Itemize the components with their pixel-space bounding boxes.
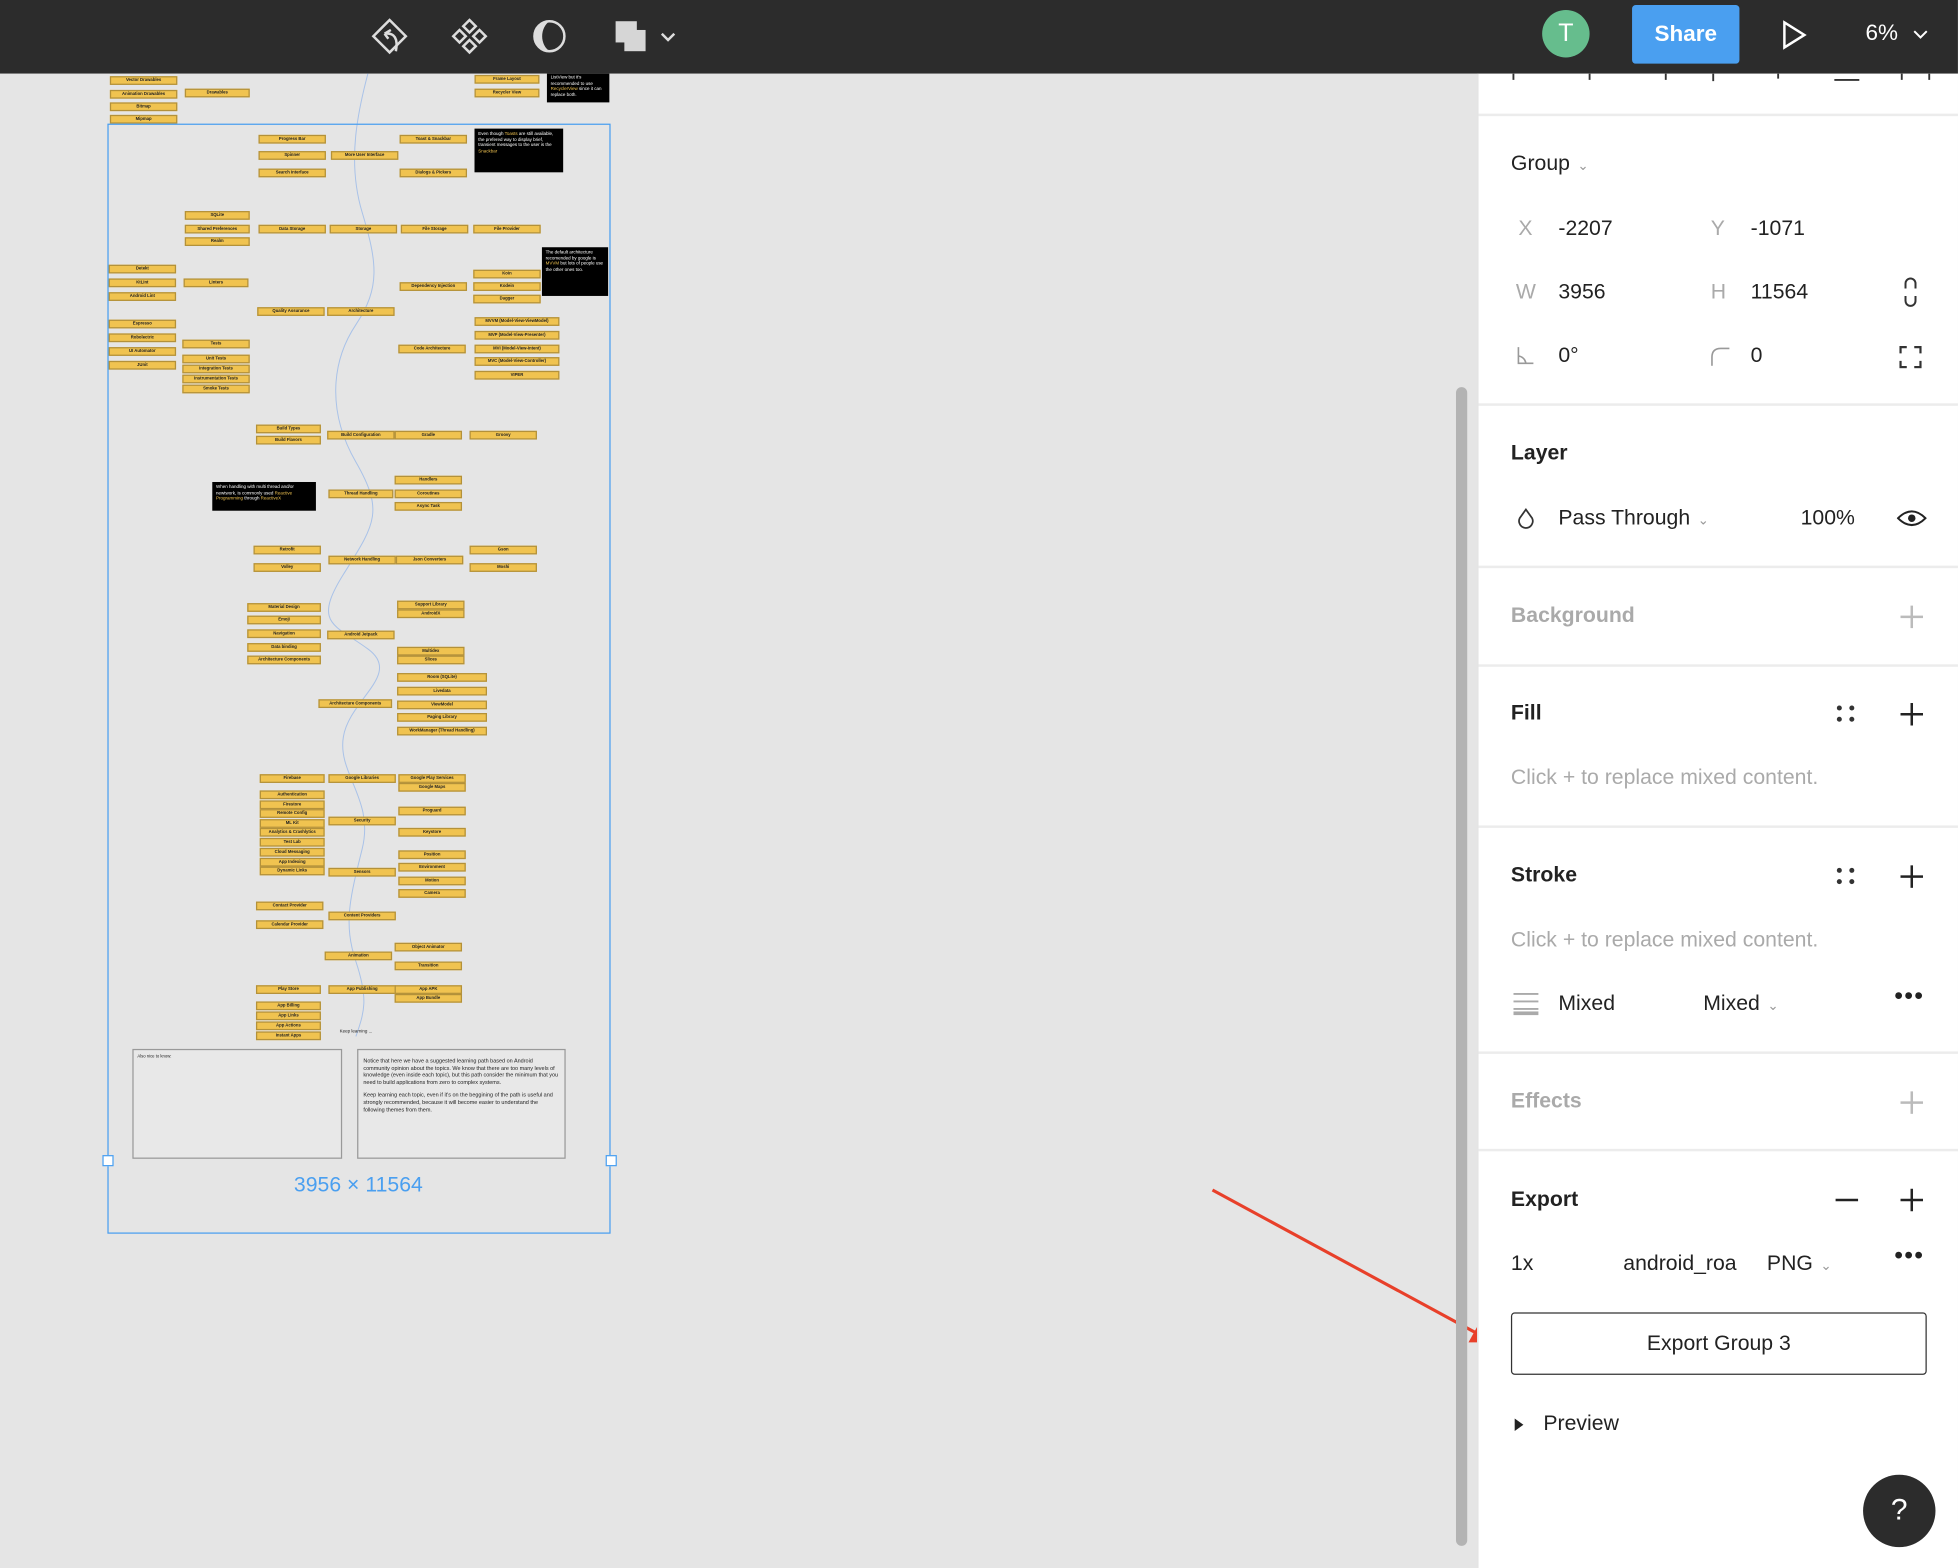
y-label: Y bbox=[1710, 216, 1725, 240]
stroke-weight-input[interactable]: Mixed bbox=[1558, 991, 1615, 1016]
blend-mode-icon bbox=[1518, 507, 1534, 529]
background-section-title: Background bbox=[1510, 603, 1635, 627]
mask-icon[interactable] bbox=[529, 16, 569, 56]
alignment-toolbar-ticks bbox=[1512, 73, 1931, 82]
chevron-down-icon: ⌄ bbox=[1577, 158, 1589, 174]
x-input[interactable]: -2207 bbox=[1558, 216, 1612, 241]
export-suffix-input[interactable]: android_roa bbox=[1623, 1251, 1736, 1276]
properties-panel: Group ⌄ X -2207 Y -1071 W 3956 H 11564 0°… bbox=[1477, 73, 1958, 1568]
export-scale-input[interactable]: 1x bbox=[1511, 1251, 1533, 1276]
chevron-down-icon: ⌄ bbox=[1767, 998, 1779, 1014]
boolean-union-icon[interactable] bbox=[612, 16, 687, 56]
fill-mixed-message: Click + to replace mixed content. bbox=[1510, 765, 1819, 790]
constrain-proportions-icon[interactable] bbox=[1901, 277, 1921, 307]
add-export-icon[interactable] bbox=[1900, 1188, 1923, 1212]
stroke-weight-icon bbox=[1513, 993, 1539, 1016]
chevron-down-icon: ⌄ bbox=[1697, 513, 1710, 529]
rotation-input[interactable]: 0° bbox=[1558, 343, 1578, 368]
height-input[interactable]: 11564 bbox=[1751, 280, 1808, 305]
preview-toggle[interactable]: Preview bbox=[1543, 1411, 1619, 1436]
styles-icon[interactable] bbox=[1836, 867, 1857, 885]
independent-corners-icon[interactable] bbox=[1899, 346, 1922, 369]
red-arrow-annotation bbox=[1211, 1188, 1478, 1343]
export-format-value: PNG bbox=[1766, 1251, 1813, 1275]
w-label: W bbox=[1515, 279, 1536, 304]
h-label: H bbox=[1710, 279, 1727, 304]
fill-section-title: Fill bbox=[1510, 700, 1542, 725]
opacity-input[interactable]: 100% bbox=[1801, 506, 1855, 531]
remove-export-icon[interactable] bbox=[1835, 1198, 1859, 1201]
blend-mode-dropdown[interactable]: Pass Through ⌄ bbox=[1558, 506, 1709, 531]
chevron-down-icon bbox=[1913, 30, 1928, 39]
stroke-align-dropdown[interactable]: Mixed ⌄ bbox=[1703, 991, 1779, 1016]
styles-icon[interactable] bbox=[1836, 705, 1857, 723]
blend-mode-value: Pass Through bbox=[1558, 505, 1691, 530]
components-icon[interactable] bbox=[450, 16, 490, 56]
export-section-title: Export bbox=[1510, 1187, 1579, 1212]
vertical-scrollbar[interactable] bbox=[1455, 387, 1468, 1546]
rotation-icon bbox=[1517, 347, 1534, 365]
more-options-icon[interactable]: ••• bbox=[1894, 983, 1924, 1012]
x-label: X bbox=[1518, 216, 1533, 240]
effects-section-title: Effects bbox=[1510, 1088, 1582, 1113]
y-input[interactable]: -1071 bbox=[1751, 216, 1805, 241]
chevron-down-icon: ⌄ bbox=[1820, 1258, 1832, 1274]
canvas[interactable]: Vector Drawables Animation Drawables Bitma… bbox=[0, 73, 1478, 1568]
corner-radius-icon bbox=[1711, 347, 1730, 366]
share-button[interactable]: Share bbox=[1632, 4, 1740, 64]
corner-radius-input[interactable]: 0 bbox=[1751, 343, 1763, 368]
component-reset-icon[interactable] bbox=[370, 16, 410, 56]
layer-section-title: Layer bbox=[1510, 440, 1568, 465]
add-stroke-icon[interactable] bbox=[1900, 865, 1923, 888]
toolbar: T Share 6% bbox=[0, 0, 1958, 74]
add-effect-icon[interactable] bbox=[1900, 1091, 1923, 1114]
caret-right-icon[interactable] bbox=[1513, 1417, 1525, 1432]
export-more-options-icon[interactable]: ••• bbox=[1894, 1242, 1924, 1271]
width-input[interactable]: 3956 bbox=[1558, 280, 1605, 305]
help-button[interactable]: ? bbox=[1863, 1474, 1936, 1548]
add-background-icon[interactable] bbox=[1900, 605, 1923, 629]
export-button[interactable]: Export Group 3 bbox=[1510, 1312, 1927, 1375]
chevron-down-icon bbox=[660, 32, 676, 42]
avatar[interactable]: T bbox=[1542, 9, 1590, 58]
layer-type-dropdown[interactable]: Group ⌄ bbox=[1511, 151, 1589, 176]
play-icon[interactable] bbox=[1777, 17, 1817, 57]
zoom-level: 6% bbox=[1865, 19, 1899, 45]
export-format-dropdown[interactable]: PNG ⌄ bbox=[1767, 1251, 1832, 1276]
stroke-section-title: Stroke bbox=[1510, 862, 1578, 887]
add-fill-icon[interactable] bbox=[1900, 703, 1923, 726]
zoom-dropdown[interactable]: 6% bbox=[1866, 20, 1930, 46]
eye-icon[interactable] bbox=[1896, 508, 1927, 528]
stroke-mixed-message: Click + to replace mixed content. bbox=[1510, 927, 1819, 952]
layer-type-label: Group bbox=[1510, 151, 1570, 175]
stroke-align-value: Mixed bbox=[1703, 991, 1760, 1016]
